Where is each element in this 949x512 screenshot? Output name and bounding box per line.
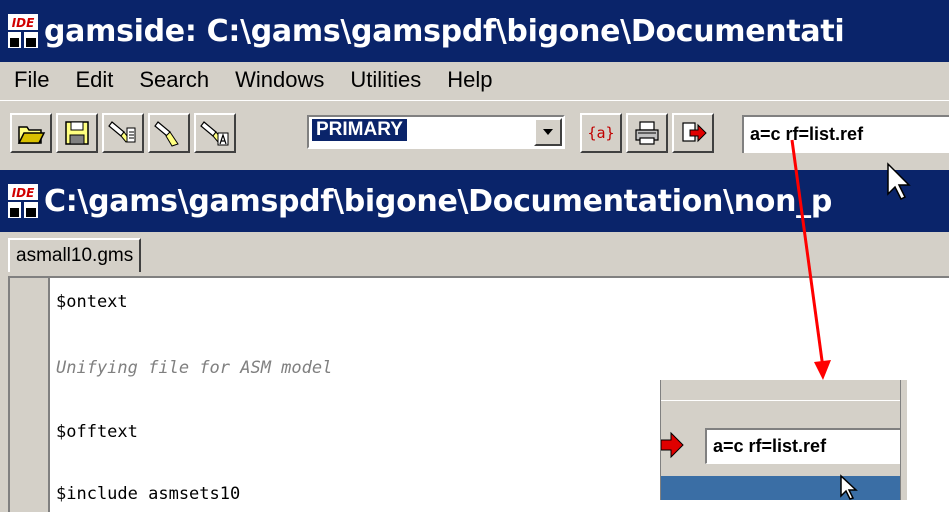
save-disk-icon: [65, 121, 89, 145]
options-arrow-icon: [682, 122, 707, 143]
ide-logo-icon: IDE: [8, 184, 38, 218]
code-line: $ontext: [56, 292, 128, 312]
main-window-title: gamside: C:\gams\gamspdf\bigone\Document…: [44, 13, 845, 49]
menu-search[interactable]: Search: [135, 67, 213, 93]
options-button[interactable]: [672, 113, 714, 153]
parameters-input[interactable]: a=c rf=list.ref: [742, 115, 949, 153]
menu-utilities[interactable]: Utilities: [346, 67, 425, 93]
inset-toolbar-edge: [661, 380, 907, 401]
run-button[interactable]: [148, 113, 190, 153]
child-window-title: C:\gams\gamspdf\bigone\Documentation\non…: [44, 183, 833, 219]
inset-parameters-input: a=c rf=list.ref: [705, 428, 901, 464]
editor-gutter: [10, 278, 50, 512]
menu-file[interactable]: File: [10, 67, 53, 93]
cursor-icon: [840, 474, 858, 500]
tab-asmall10[interactable]: asmall10.gms: [8, 238, 142, 272]
zoom-inset: a=c rf=list.ref: [660, 380, 907, 500]
code-line: $offtext: [56, 422, 138, 442]
parameter-button[interactable]: {a}: [580, 113, 622, 153]
svg-text:IDE: IDE: [12, 16, 35, 30]
svg-text:IDE: IDE: [12, 186, 35, 200]
menu-windows[interactable]: Windows: [231, 67, 328, 93]
options-arrow-icon: [661, 431, 684, 459]
run-with-a-button[interactable]: [194, 113, 236, 153]
file-tab-strip: asmall10.gms: [0, 232, 949, 276]
mode-select-dropdown-button[interactable]: [534, 118, 562, 146]
toolbar: PRIMARY {a} a=c rf=list.ref: [0, 100, 949, 167]
open-button[interactable]: [10, 113, 52, 153]
run-with-list-button[interactable]: [102, 113, 144, 153]
print-button[interactable]: [626, 113, 668, 153]
print-icon: [635, 121, 659, 145]
menu-help[interactable]: Help: [443, 67, 496, 93]
code-line: $include asmsets10: [56, 484, 241, 504]
inset-window-edge: [900, 380, 907, 500]
inset-titlebar-edge: [661, 476, 907, 500]
save-button[interactable]: [56, 113, 98, 153]
run-with-list-icon: [108, 121, 136, 143]
mode-select[interactable]: PRIMARY: [307, 115, 565, 149]
svg-text:{a}: {a}: [587, 124, 614, 142]
menu-bar: File Edit Search Windows Utilities Help: [0, 62, 949, 98]
code-line-comment: Unifying file for ASM model: [56, 358, 333, 378]
menu-edit[interactable]: Edit: [71, 67, 117, 93]
main-titlebar: IDE gamside: C:\gams\gamspdf\bigone\Docu…: [0, 0, 949, 62]
parameter-braces-icon: {a}: [587, 124, 614, 142]
run-with-a-icon: [200, 121, 229, 146]
open-folder-icon: [17, 126, 46, 144]
chevron-down-icon: [543, 129, 553, 135]
ide-logo-icon: IDE: [8, 14, 38, 48]
mode-select-value: PRIMARY: [312, 119, 407, 141]
run-icon: [154, 121, 179, 147]
child-window-titlebar: IDE C:\gams\gamspdf\bigone\Documentation…: [0, 170, 949, 232]
